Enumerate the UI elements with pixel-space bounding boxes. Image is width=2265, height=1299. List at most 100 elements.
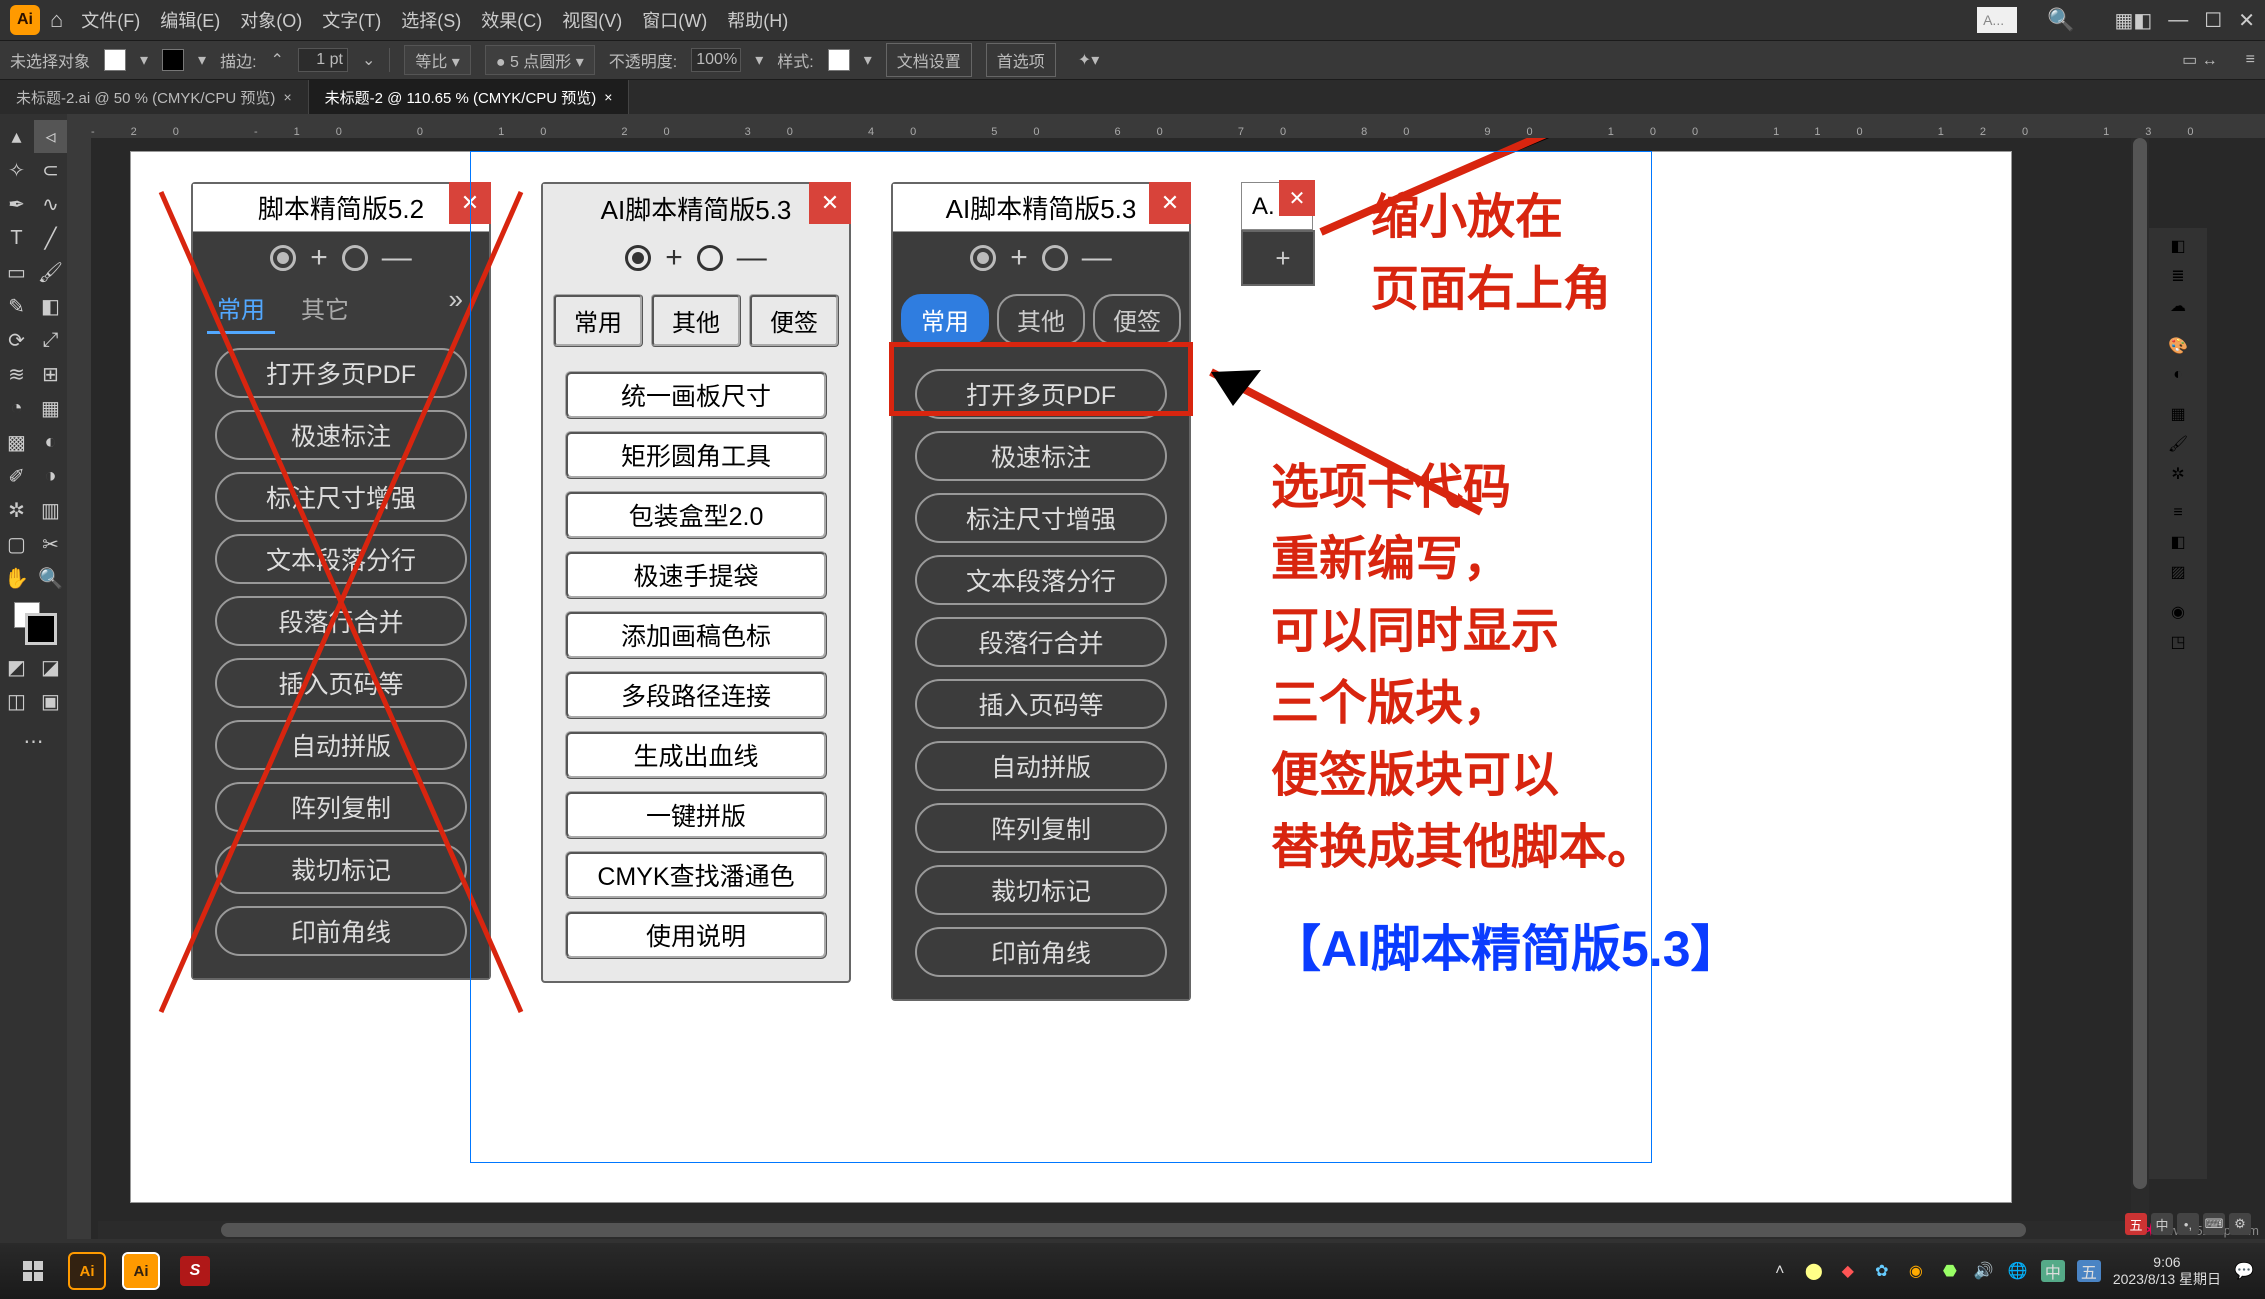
scale-tool-icon[interactable]: ⤢ bbox=[34, 324, 67, 357]
panel-toggle-icon[interactable]: ▭ ↔ bbox=[2182, 50, 2218, 70]
pin-icon[interactable]: ✦▾ bbox=[1078, 50, 1099, 70]
layers-panel-icon[interactable]: ≣ bbox=[2171, 266, 2184, 286]
color-guide-panel-icon[interactable]: ◐ bbox=[2173, 366, 2183, 384]
menu-type[interactable]: 文字(T) bbox=[322, 7, 381, 33]
tray-up-icon[interactable]: ˄ bbox=[1769, 1260, 1791, 1282]
horizontal-scrollbar[interactable] bbox=[98, 1221, 2149, 1239]
perspective-grid-icon[interactable]: ▦ bbox=[34, 392, 67, 425]
tray-app-icon-cyan[interactable]: ✿ bbox=[1871, 1260, 1893, 1282]
width-tool-icon[interactable]: ≋ bbox=[0, 358, 33, 391]
symbols-panel-icon[interactable]: ✲ bbox=[2171, 464, 2184, 484]
type-tool-icon[interactable]: T bbox=[0, 222, 33, 255]
edit-toolbar-icon[interactable]: ⋯ bbox=[17, 725, 50, 758]
canvas[interactable]: 脚本精简版5.2 ✕ + — 常用 其它 » bbox=[91, 138, 2265, 1239]
doc-tab-2-close-icon[interactable]: × bbox=[604, 89, 612, 105]
blend-tool-icon[interactable]: ◑ bbox=[34, 460, 67, 493]
panel52-btn-3[interactable]: 文本段落分行 bbox=[215, 534, 467, 584]
start-button[interactable] bbox=[10, 1250, 56, 1292]
menu-help[interactable]: 帮助(H) bbox=[727, 7, 788, 33]
ime-badge-4[interactable]: ⌨ bbox=[2203, 1213, 2225, 1235]
tray-app-icon-red[interactable]: ◆ bbox=[1837, 1260, 1859, 1282]
stroke-decrement-icon[interactable]: ⌃ bbox=[271, 50, 284, 70]
panel52-btn-2[interactable]: 标注尺寸增强 bbox=[215, 472, 467, 522]
draw-mode-icon[interactable]: ◫ bbox=[0, 685, 33, 718]
panel52-btn-5[interactable]: 插入页码等 bbox=[215, 658, 467, 708]
artboard-tool-icon[interactable]: ▢ bbox=[0, 528, 33, 561]
menu-edit[interactable]: 编辑(E) bbox=[160, 7, 220, 33]
gradient-mode-icon[interactable]: ◪ bbox=[34, 651, 67, 684]
fill-stroke-control[interactable] bbox=[14, 602, 54, 642]
panel52-btn-6[interactable]: 自动拼版 bbox=[215, 720, 467, 770]
panel52-tab-common[interactable]: 常用 bbox=[207, 284, 275, 334]
magic-wand-tool-icon[interactable]: ✧ bbox=[0, 154, 33, 187]
slice-tool-icon[interactable]: ✂ bbox=[34, 528, 67, 561]
scale-uniform-combo[interactable]: 等比 ▾ bbox=[404, 45, 471, 75]
eyedropper-tool-icon[interactable]: ✐ bbox=[0, 460, 33, 493]
taskbar-clock[interactable]: 9:06 2023/8/13 星期日 bbox=[2113, 1254, 2221, 1288]
color-panel-icon[interactable]: 🎨 bbox=[2168, 336, 2188, 356]
brushes-panel-icon[interactable]: 🖌 bbox=[2168, 434, 2188, 454]
options-menu-icon[interactable]: ≡ bbox=[2246, 51, 2255, 69]
ime-badge-2[interactable]: 中 bbox=[2151, 1213, 2173, 1235]
stroke-increment-icon[interactable]: ⌄ bbox=[362, 50, 375, 70]
ime-badge-5[interactable]: ⚙ bbox=[2229, 1213, 2251, 1235]
rectangle-tool-icon[interactable]: ▭ bbox=[0, 256, 33, 289]
pen-tool-icon[interactable]: ✒ bbox=[0, 188, 33, 221]
curvature-tool-icon[interactable]: ∿ bbox=[34, 188, 67, 221]
free-transform-icon[interactable]: ⊞ bbox=[34, 358, 67, 391]
panel52-tab-other[interactable]: 其它 bbox=[283, 284, 367, 334]
brush-combo[interactable]: ● 5 点圆形 ▾ bbox=[485, 45, 595, 75]
panel52-btn-8[interactable]: 裁切标记 bbox=[215, 844, 467, 894]
window-minimize-icon[interactable]: — bbox=[2168, 9, 2188, 32]
line-tool-icon[interactable]: ╱ bbox=[34, 222, 67, 255]
gradient-tool-icon[interactable]: ◐ bbox=[34, 426, 67, 459]
menu-window[interactable]: 窗口(W) bbox=[642, 7, 707, 33]
transparency-panel-icon[interactable]: ▨ bbox=[2170, 562, 2185, 582]
stroke-panel-icon[interactable]: ≡ bbox=[2173, 504, 2182, 522]
mesh-tool-icon[interactable]: ▩ bbox=[0, 426, 33, 459]
fill-swatch[interactable] bbox=[104, 49, 126, 71]
style-swatch[interactable] bbox=[828, 49, 850, 71]
lasso-tool-icon[interactable]: ⊂ bbox=[34, 154, 67, 187]
menu-effect[interactable]: 效果(C) bbox=[481, 7, 542, 33]
panel52-btn-4[interactable]: 段落行合并 bbox=[215, 596, 467, 646]
panel52-btn-1[interactable]: 极速标注 bbox=[215, 410, 467, 460]
window-maximize-icon[interactable]: ☐ bbox=[2204, 8, 2222, 33]
ime-indicator-2[interactable]: 五 bbox=[2077, 1260, 2101, 1282]
search-icon[interactable]: 🔍 bbox=[2047, 7, 2074, 33]
radio-off-icon[interactable] bbox=[342, 245, 368, 271]
selection-tool-icon[interactable]: ▴ bbox=[0, 120, 33, 153]
doc-setup-button[interactable]: 文档设置 bbox=[886, 43, 972, 77]
doc-tab-1-close-icon[interactable]: × bbox=[283, 89, 291, 105]
tray-app-icon-green[interactable]: ⬣ bbox=[1939, 1260, 1961, 1282]
graphic-styles-icon[interactable]: ◳ bbox=[2170, 632, 2185, 652]
notification-center-icon[interactable]: 💬 bbox=[2233, 1260, 2255, 1282]
window-close-icon[interactable]: ✕ bbox=[2238, 8, 2255, 33]
gradient-panel-icon[interactable]: ◧ bbox=[2170, 532, 2185, 552]
screen-mode-icon[interactable]: ▣ bbox=[34, 685, 67, 718]
shaper-tool-icon[interactable]: ✎ bbox=[0, 290, 33, 323]
paintbrush-tool-icon[interactable]: 🖌 bbox=[34, 256, 67, 289]
eraser-tool-icon[interactable]: ◧ bbox=[34, 290, 67, 323]
stroke-swatch[interactable] bbox=[162, 49, 184, 71]
taskbar-app-scite[interactable]: S bbox=[172, 1250, 218, 1292]
graph-tool-icon[interactable]: ▥ bbox=[34, 494, 67, 527]
color-mode-icon[interactable]: ◩ bbox=[0, 651, 33, 684]
vertical-scrollbar[interactable] bbox=[2131, 138, 2149, 1221]
panel52-btn-0[interactable]: 打开多页PDF bbox=[215, 348, 467, 398]
ime-badge-1[interactable]: 五 bbox=[2125, 1213, 2147, 1235]
direct-selection-tool-icon[interactable]: ◃ bbox=[34, 120, 67, 153]
preferences-button[interactable]: 首选项 bbox=[986, 43, 1056, 77]
ime-indicator-1[interactable]: 中 bbox=[2041, 1260, 2065, 1282]
panel52-btn-9[interactable]: 印前角线 bbox=[215, 906, 467, 956]
radio-on-icon[interactable] bbox=[270, 245, 296, 271]
tray-app-icon-orange[interactable]: ◉ bbox=[1905, 1260, 1927, 1282]
libraries-panel-icon[interactable]: ☁ bbox=[2170, 296, 2186, 316]
taskbar-app-ai-1[interactable]: Ai bbox=[64, 1250, 110, 1292]
ime-badge-3[interactable]: •, bbox=[2177, 1213, 2199, 1235]
opacity-value-input[interactable]: 100% bbox=[691, 48, 741, 72]
doc-tab-2[interactable]: 未标题-2 @ 110.65 % (CMYK/CPU 预览) × bbox=[309, 80, 630, 114]
stroke-value-input[interactable]: 1 pt bbox=[298, 48, 348, 72]
hand-tool-icon[interactable]: ✋ bbox=[0, 562, 33, 595]
properties-panel-icon[interactable]: ◧ bbox=[2170, 236, 2185, 256]
